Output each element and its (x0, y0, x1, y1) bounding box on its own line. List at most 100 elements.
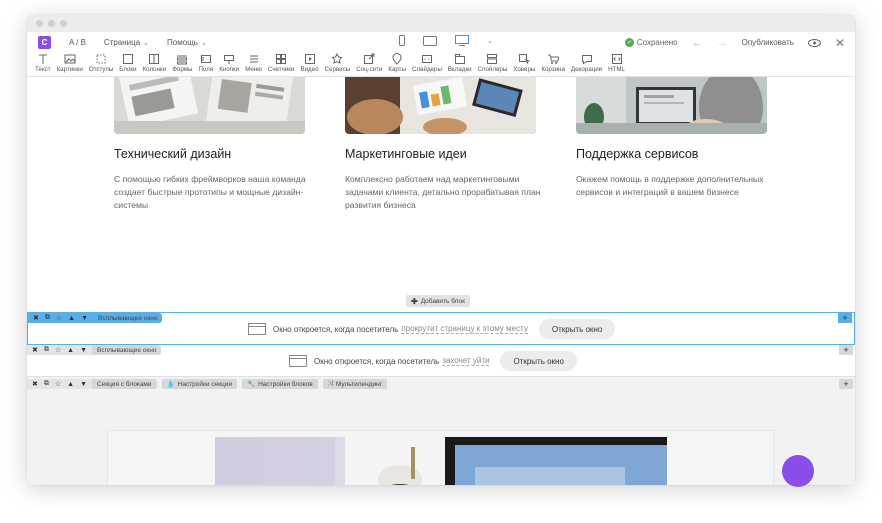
tool-columns[interactable]: Колонки (140, 53, 170, 77)
redo-icon[interactable]: → (717, 37, 728, 49)
delete-icon[interactable]: ✖ (33, 314, 39, 322)
copy-icon[interactable]: ⧉ (44, 380, 49, 388)
tool-decorations[interactable]: Декорации (568, 53, 605, 77)
tool-hovers[interactable]: Ховеры (510, 53, 538, 77)
device-switcher: ⌄ (399, 35, 493, 46)
tool-label: Сервисы (324, 66, 351, 73)
tool-label: Вкладки (447, 66, 472, 73)
star-icon[interactable]: ☆ (55, 346, 61, 354)
tool-html[interactable]: HTML (605, 53, 628, 77)
tool-spoilers[interactable]: Спойлеры (475, 53, 511, 77)
tool-label: Счетчики (267, 66, 295, 73)
desktop-icon[interactable] (455, 35, 469, 46)
images-icon (64, 54, 76, 64)
move-up-icon[interactable]: ▲ (67, 347, 74, 354)
popup-description: Окно откроется, когда посетитель прокрут… (248, 319, 616, 339)
tool-maps[interactable]: Карты (385, 53, 409, 77)
social-icon (364, 53, 375, 64)
tool-label: Отступы (88, 66, 114, 73)
tool-forms[interactable]: Формы (169, 53, 195, 77)
feature-card[interactable]: Поддержка сервисов Окажем помощь в подде… (576, 77, 776, 199)
move-up-icon[interactable]: ▲ (67, 381, 74, 388)
tool-video[interactable]: Видео (297, 53, 321, 77)
section-settings-button[interactable]: 💧 Настройки секции (161, 379, 238, 389)
phone-icon[interactable] (399, 35, 405, 46)
app-logo[interactable]: C (38, 36, 51, 49)
ab-label: A / B (69, 38, 86, 47)
forms-icon (177, 55, 188, 65)
page-menu[interactable]: Страница ⌄ (104, 38, 149, 47)
preview-eye-icon[interactable] (807, 38, 821, 47)
section-inner-block[interactable] (107, 430, 774, 485)
counters-icon (276, 54, 287, 64)
tool-text[interactable]: Текст (32, 53, 54, 77)
ab-test-button[interactable]: A / B (69, 38, 86, 47)
tool-buttons[interactable]: Кнопки (216, 53, 242, 77)
blocks-section[interactable]: ✖ ⧉ ☆ ▲ ▼ Секция с блоками 💧 Настройки се… (27, 377, 855, 485)
editor-window: C A / B Страница ⌄ Помощь ⌄ ⌄ ✓ Сохранено ←… (27, 15, 855, 485)
star-icon[interactable]: ☆ (56, 314, 62, 322)
tool-spacing[interactable]: Отступы (86, 53, 116, 77)
chat-bubble-button[interactable] (782, 455, 814, 487)
popup-exit-section[interactable]: ✖ ⧉ ☆ ▲ ▼ Всплывающее окно + Окно открое… (27, 345, 855, 377)
tablet-icon[interactable] (423, 35, 437, 46)
move-down-icon[interactable]: ▼ (81, 315, 88, 322)
popup-actions: ✖ ⧉ ☆ ▲ ▼ (27, 345, 93, 355)
tool-services[interactable]: Сервисы (322, 53, 354, 77)
star-icon[interactable]: ☆ (55, 380, 61, 388)
feature-title: Технический дизайн (114, 147, 232, 161)
chevron-down-icon[interactable]: ⌄ (487, 37, 493, 45)
block-settings-button[interactable]: 🔧 Настройки блоков (242, 379, 318, 389)
close-dot[interactable] (36, 20, 43, 27)
tool-fields[interactable]: Поля (195, 53, 216, 77)
features-block: Технический дизайн С помощью гибких фрей… (27, 77, 855, 309)
feature-card[interactable]: Технический дизайн С помощью гибких фрей… (114, 77, 314, 212)
tool-social[interactable]: Соц-сети (353, 53, 385, 77)
copy-icon[interactable]: ⧉ (45, 314, 50, 322)
publish-button[interactable]: Опубликовать (742, 38, 794, 47)
undo-icon[interactable]: ← (692, 37, 703, 49)
buttons-icon (224, 55, 235, 64)
tool-sliders[interactable]: Слайдеры (409, 53, 445, 77)
section-controls: ✖ ⧉ ☆ ▲ ▼ Секция с блоками 💧 Настройки се… (27, 379, 388, 389)
open-window-button[interactable]: Открыть окно (538, 319, 616, 339)
section-settings-label: Настройки секции (177, 380, 233, 388)
element-toolbar: Текст Картинки Отступы Блоки Колонки Формы Пол… (27, 53, 855, 77)
move-up-icon[interactable]: ▲ (68, 315, 75, 322)
add-plus-icon[interactable]: + (839, 345, 853, 355)
popup-trigger-link[interactable]: прокрутит страницу к этому месту (401, 324, 528, 334)
add-plus-icon[interactable]: + (838, 313, 852, 323)
delete-icon[interactable]: ✖ (32, 380, 38, 388)
tool-counters[interactable]: Счетчики (265, 53, 298, 77)
delete-icon[interactable]: ✖ (32, 346, 38, 354)
add-plus-icon[interactable]: + (839, 379, 853, 389)
add-block-label: Добавить блок (420, 297, 465, 305)
tool-cart[interactable]: Корзина (538, 53, 568, 77)
popup-trigger-link[interactable]: захочет уйти (442, 356, 490, 366)
add-block-button[interactable]: ✚ Добавить блок (406, 295, 470, 307)
canvas: Технический дизайн С помощью гибких фрей… (27, 77, 855, 485)
tool-menu[interactable]: Меню (242, 53, 265, 77)
multilanding-button[interactable]: ⤨ Мультилендинг (322, 379, 388, 389)
minimize-dot[interactable] (48, 20, 55, 27)
feature-image-support (576, 77, 767, 134)
tool-images[interactable]: Картинки (54, 53, 86, 77)
move-down-icon[interactable]: ▼ (80, 381, 87, 388)
close-icon[interactable]: ✕ (835, 36, 845, 50)
feature-text: С помощью гибких фреймворков наша команд… (114, 174, 306, 210)
help-menu[interactable]: Помощь ⌄ (167, 38, 207, 47)
tool-label: Корзина (541, 66, 565, 73)
top-bar: C A / B Страница ⌄ Помощь ⌄ ⌄ ✓ Сохранено ←… (27, 32, 855, 53)
feature-card[interactable]: Маркетинговые идеи Комплексно работаем н… (345, 77, 545, 212)
popup-scroll-section[interactable]: ✖ ⧉ ☆ ▲ ▼ Всплывающее окно + Окно открое… (27, 312, 855, 345)
open-window-button[interactable]: Открыть окно (500, 351, 577, 371)
window-icon (289, 355, 307, 367)
tool-blocks[interactable]: Блоки (116, 53, 139, 77)
copy-icon[interactable]: ⧉ (44, 346, 49, 354)
tool-tabs[interactable]: Вкладки (445, 53, 475, 77)
maximize-dot[interactable] (60, 20, 67, 27)
block-settings-label: Настройки блоков (258, 380, 313, 388)
feature-image-marketing (345, 77, 536, 134)
tool-label: Спойлеры (477, 66, 508, 73)
move-down-icon[interactable]: ▼ (80, 347, 87, 354)
